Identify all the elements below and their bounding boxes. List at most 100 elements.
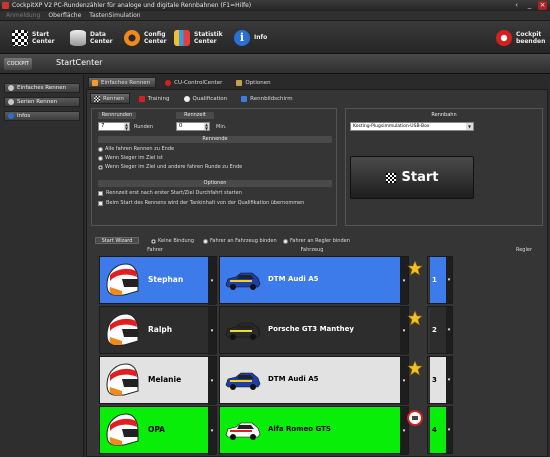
runden-unit: Runden xyxy=(134,124,154,130)
race-icon xyxy=(8,85,14,91)
app-icon xyxy=(2,2,9,9)
car-name: Alfa Romeo GTS xyxy=(268,425,331,433)
helmet-icon xyxy=(104,261,140,301)
car-select[interactable]: DTM Audi A5 ▾ xyxy=(219,256,409,305)
wizard-fahrer-regler[interactable]: Fahrer an Regler binden xyxy=(283,238,350,244)
clock-icon xyxy=(183,95,190,102)
training-icon xyxy=(138,95,145,102)
car-icon xyxy=(225,272,261,290)
sidebar-item-serien-rennen[interactable]: Serien Rennen xyxy=(4,97,80,107)
regler-select[interactable]: 1 ▾ xyxy=(427,256,453,304)
car-icon xyxy=(225,322,261,340)
checkered-flag-icon xyxy=(385,172,396,183)
race-panel: Rennen Training Qualification Rennbildsc… xyxy=(86,89,548,457)
tab-einfaches-rennen[interactable]: Einfaches Rennen xyxy=(88,77,157,88)
rennzeit-label: Rennzeit xyxy=(176,112,214,119)
restore-button[interactable]: ‹ xyxy=(512,1,521,10)
rennbahn-label: Rennbahn xyxy=(431,112,457,118)
wizard-fahrer-fahrzeug[interactable]: Fahrer an Fahrzeug binden xyxy=(203,238,277,244)
flag-icon xyxy=(92,79,98,86)
rennende-option-1[interactable]: Alle fahren Rennen zu Ende xyxy=(98,146,174,152)
menu-bar: Anmeldung Oberfläche TastenSimulation xyxy=(0,11,550,21)
tankinhalt-checkbox[interactable]: Beim Start des Rennens wird der Tankinha… xyxy=(98,200,304,206)
chevron-down-icon[interactable]: ▾ xyxy=(208,307,216,355)
driver-name: OPA xyxy=(148,425,165,434)
minimize-button[interactable]: _ xyxy=(525,1,534,10)
rennende-label: Rennende xyxy=(98,136,332,143)
chevron-down-icon[interactable]: ▾ xyxy=(446,357,452,403)
tab-rennen[interactable]: Rennen xyxy=(90,93,130,104)
driver-select[interactable]: OPA ▾ xyxy=(99,406,217,455)
power-icon xyxy=(496,29,512,46)
tab-rennbildschirm[interactable]: Rennbildschirm xyxy=(238,93,297,104)
car-select[interactable]: DTM Audi A5 ▾ xyxy=(219,356,409,405)
config-center-button[interactable]: Config Center xyxy=(124,24,174,51)
main-area: Einfaches Rennen CU-ControlCenter Option… xyxy=(86,75,548,457)
rennrunden-stepper[interactable]: 7 ▲ ▼ xyxy=(98,122,130,131)
car-name: DTM Audi A5 xyxy=(268,275,319,283)
checkered-flag-icon xyxy=(94,95,100,102)
rennrunden-label: Rennrunden xyxy=(98,112,136,119)
regler-select[interactable]: 4 ▾ xyxy=(427,406,453,454)
sidebar-item-infos[interactable]: Infos xyxy=(4,111,80,121)
driver-select[interactable]: Ralph ▾ xyxy=(99,306,217,355)
driver-name: Ralph xyxy=(148,325,173,334)
wizard-keine-bindung[interactable]: Keine Bindung xyxy=(151,238,194,244)
chevron-down-icon[interactable]: ▾ xyxy=(208,257,216,305)
menu-tastensimulation[interactable]: TastenSimulation xyxy=(89,11,140,20)
regler-header: Regler xyxy=(515,247,533,253)
start-wizard-label: Start Wizard xyxy=(95,237,139,244)
car-icon xyxy=(225,422,261,440)
car-name: DTM Audi A5 xyxy=(268,375,319,383)
optionen-label: Optionen xyxy=(98,180,332,187)
statistik-center-button[interactable]: Statistik Center xyxy=(174,24,224,51)
car-select[interactable]: Porsche GT3 Manthey ▾ xyxy=(219,306,409,355)
menu-oberflaeche[interactable]: Oberfläche xyxy=(48,11,81,20)
helmet-icon xyxy=(104,361,140,401)
driver-name: Melanie xyxy=(148,375,182,384)
info-button[interactable]: i Info xyxy=(234,24,284,51)
screen-icon xyxy=(241,95,248,102)
race-settings-box: Rennrunden Rennzeit 7 ▲ ▼ Runden 0 ▲ ▼ Min… xyxy=(91,108,337,226)
database-icon xyxy=(70,29,86,46)
car-icon xyxy=(225,372,261,390)
zeit-unit: Min. xyxy=(216,124,227,130)
sidebar: Einfaches Rennen Serien Rennen Infos xyxy=(0,75,84,457)
chevron-down-icon[interactable]: ▾ xyxy=(208,407,216,455)
start-button[interactable]: Start xyxy=(350,156,474,199)
start-center-header: COCKPIT StartCenter xyxy=(0,54,550,74)
data-center-button[interactable]: Data Center xyxy=(70,24,120,51)
close-button[interactable]: × xyxy=(538,1,547,10)
helmet-icon xyxy=(104,311,140,351)
regler-number: 4 xyxy=(430,407,446,453)
tab-optionen[interactable]: Optionen xyxy=(233,77,275,88)
stepper-arrows-icon[interactable]: ▲ ▼ xyxy=(124,123,129,130)
rennbahn-select[interactable]: Kosting-Plugsimmulation-USB-Box ▼ xyxy=(350,122,474,131)
driver-select[interactable]: Stephan ▾ xyxy=(99,256,217,305)
stepper-arrows-icon[interactable]: ▲ ▼ xyxy=(204,123,209,130)
page-title: StartCenter xyxy=(56,58,103,67)
chevron-down-icon[interactable]: ▾ xyxy=(446,307,452,353)
tab-cu-controlcenter[interactable]: CU-ControlCenter xyxy=(162,77,227,88)
menu-anmeldung[interactable]: Anmeldung xyxy=(6,11,40,20)
car-select[interactable]: Alfa Romeo GTS ▾ xyxy=(219,406,409,455)
tab-qualification[interactable]: Qualification xyxy=(181,93,233,104)
start-center-button[interactable]: Start Center xyxy=(12,24,62,51)
chevron-down-icon[interactable]: ▾ xyxy=(446,407,452,453)
regler-select[interactable]: 3 ▾ xyxy=(427,356,453,404)
driver-select[interactable]: Melanie ▾ xyxy=(99,356,217,405)
chevron-down-icon[interactable]: ▾ xyxy=(446,257,452,303)
info-icon xyxy=(8,113,14,119)
star-icon xyxy=(407,360,423,376)
rennende-option-3[interactable]: Wenn Sieger im Ziel und andere fahren Ru… xyxy=(98,164,242,170)
rennende-option-2[interactable]: Wenn Sieger im Ziel ist xyxy=(98,155,163,161)
tab-training[interactable]: Training xyxy=(136,93,175,104)
driver-row: Ralph ▾ Porsche GT3 Manthey ▾ 2 ▾ xyxy=(99,306,539,355)
rennzeit-checkbox[interactable]: Rennzeit erst nach erster Start/Ziel Dur… xyxy=(98,190,242,196)
cockpit-beenden-button[interactable]: Cockpit beenden xyxy=(496,24,545,51)
regler-select[interactable]: 2 ▾ xyxy=(427,306,453,354)
rennzeit-stepper[interactable]: 0 ▲ ▼ xyxy=(176,122,210,131)
sidebar-item-einfaches-rennen[interactable]: Einfaches Rennen xyxy=(4,83,80,93)
chevron-down-icon[interactable]: ▾ xyxy=(208,357,216,405)
driver-row: OPA ▾ Alfa Romeo GTS ▾ 4 ▾ xyxy=(99,406,539,455)
